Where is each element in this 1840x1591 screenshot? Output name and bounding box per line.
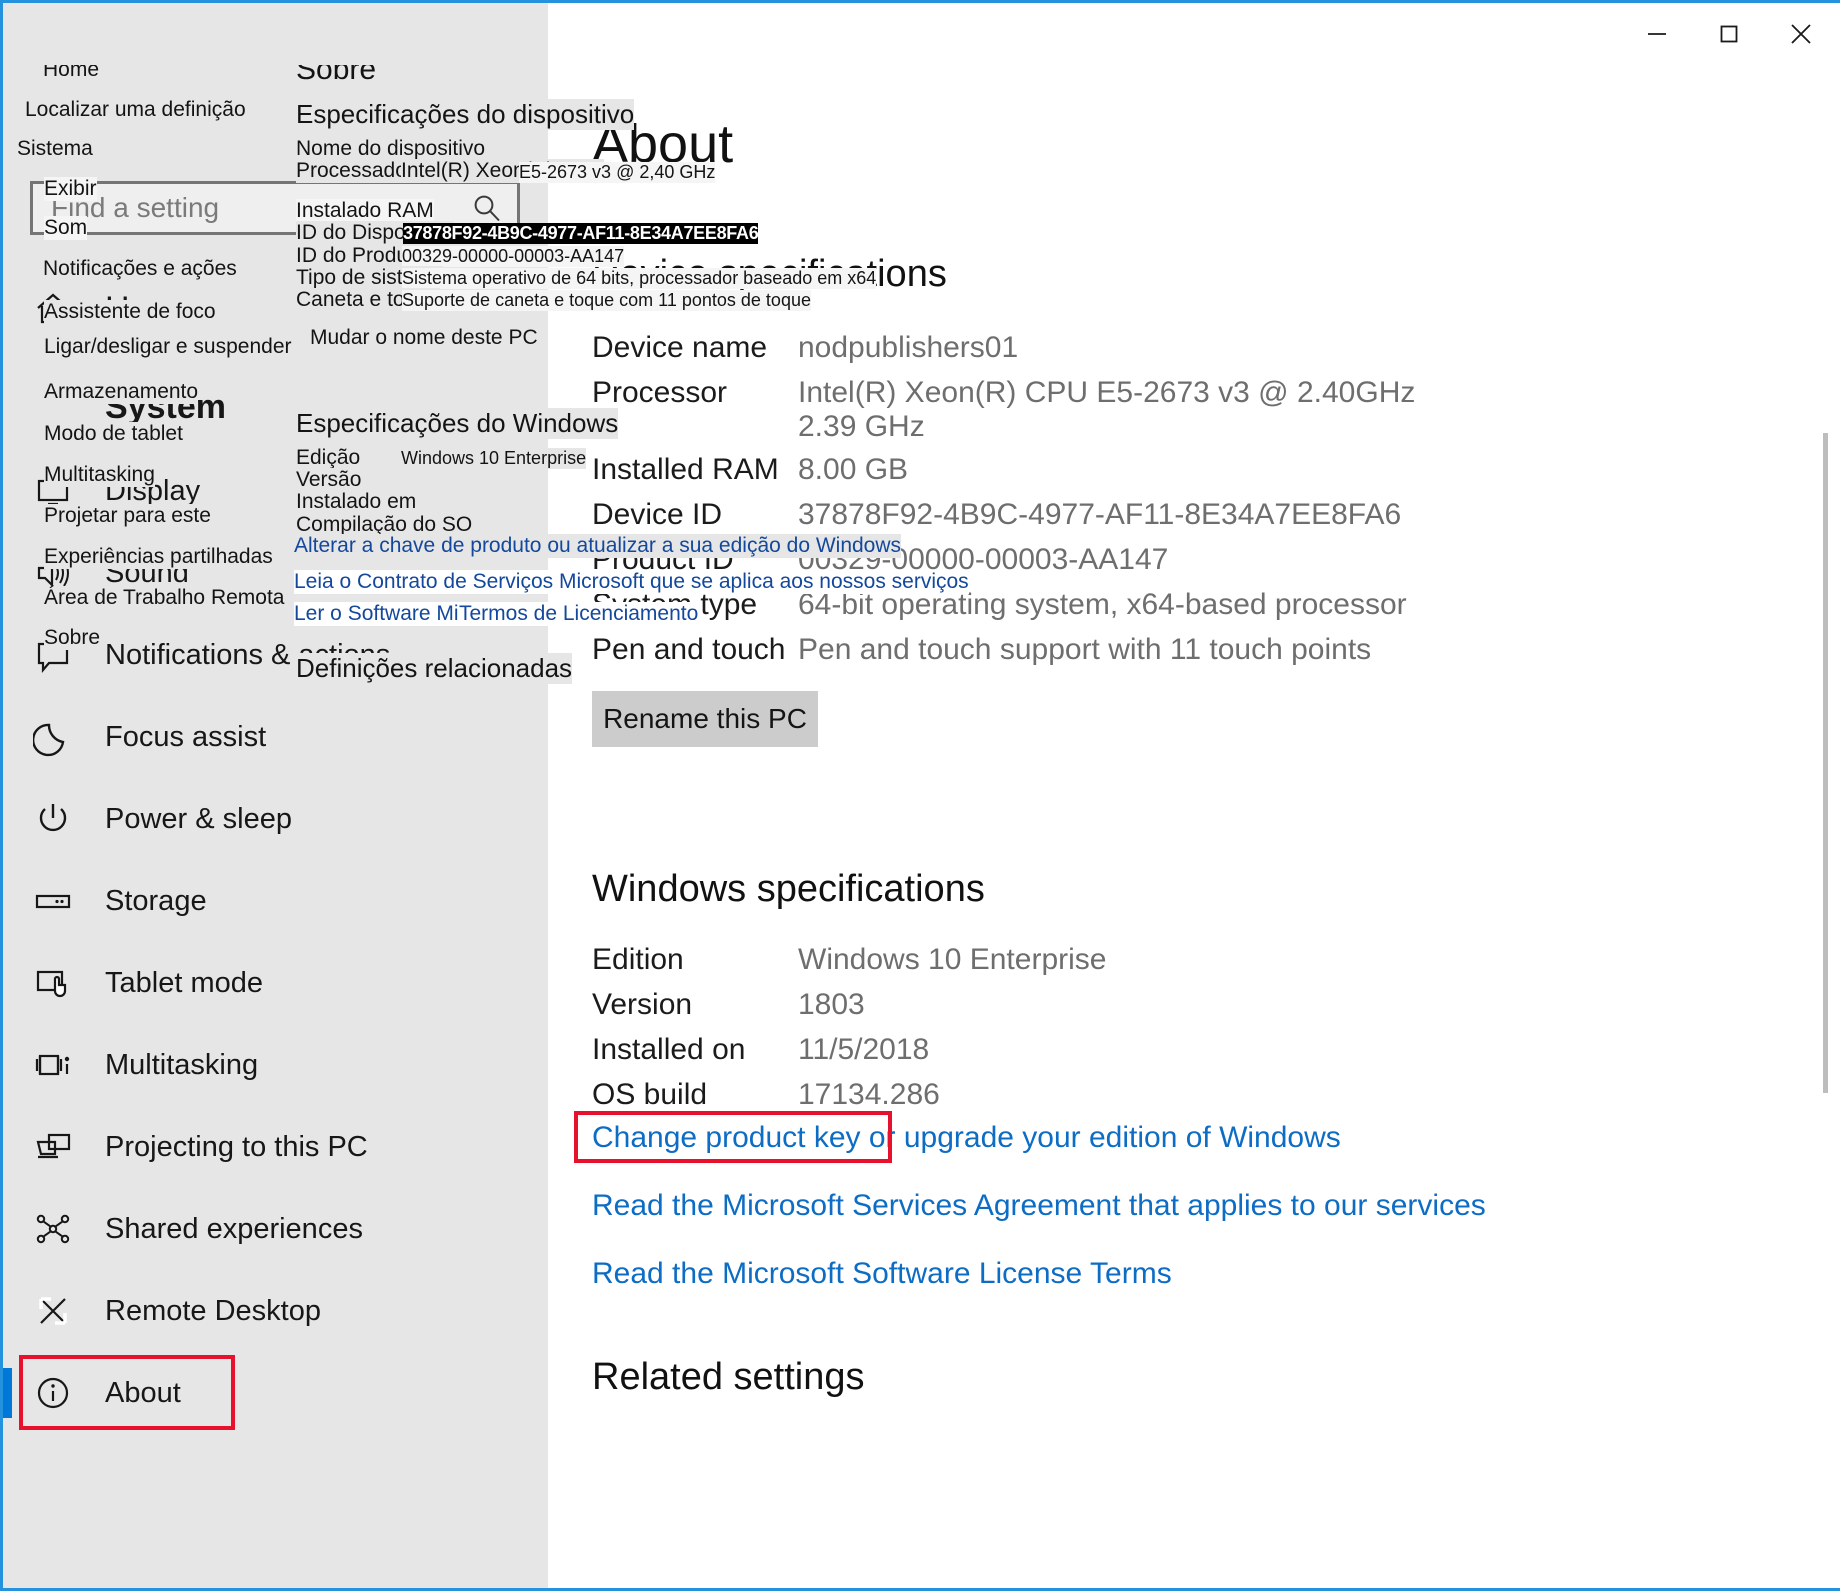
settings-window: About Device specifications Device name … (0, 0, 1840, 1591)
spec-key: Product ID (592, 543, 734, 576)
spec-value: 11/5/2018 (798, 1033, 930, 1066)
sidebar-item-label: Notifications & actions (105, 638, 391, 671)
close-button[interactable] (1765, 3, 1837, 65)
sidebar-item-label: Sound (105, 556, 189, 589)
notifications-icon (31, 633, 75, 677)
sidebar-item-label: About (105, 1376, 181, 1409)
sidebar-item-remote-desktop[interactable]: Remote Desktop (3, 1270, 548, 1352)
search-icon (469, 190, 505, 226)
sidebar-item-label: Storage (105, 884, 207, 917)
sidebar-nav-list: Home System Display Sound Notifications … (3, 253, 548, 1434)
search-placeholder: Find a setting (51, 192, 220, 223)
storage-icon (31, 879, 75, 923)
sidebar-item-focus-assist[interactable]: Focus assist (3, 696, 548, 778)
sidebar-item-label: System (105, 388, 226, 426)
spec-key: Edition (592, 943, 684, 976)
spec-value: 17134.286 (798, 1078, 940, 1111)
page-title: About (592, 114, 734, 174)
titlebar-sidebar-fill (3, 3, 548, 65)
display-icon (31, 469, 75, 513)
sound-icon (31, 551, 75, 595)
selection-indicator (3, 1368, 12, 1418)
spec-key: Version (592, 988, 693, 1021)
device-specifications-heading: Device specifications (592, 253, 947, 295)
spec-value: Intel(R) Xeon(R) CPU E5-2673 v3 @ 2.40GH… (798, 376, 1416, 443)
spec-key: Installed RAM (592, 453, 779, 486)
maximize-button[interactable] (1693, 3, 1765, 65)
spec-key: System type (592, 588, 758, 621)
window-titlebar (3, 3, 1837, 65)
windows-specifications-heading: Windows specifications (592, 868, 985, 910)
sidebar-item-projecting-to-this-pc[interactable]: Projecting to this PC (3, 1106, 548, 1188)
sidebar-item-label: Home (105, 289, 196, 328)
sidebar-item-about[interactable]: About (3, 1352, 548, 1434)
spec-key: Device ID (592, 498, 723, 531)
spec-value: 64-bit operating system, x64-based proce… (798, 588, 1407, 621)
sidebar-item-storage[interactable]: Storage (3, 860, 548, 942)
search-input[interactable]: Find a setting (30, 181, 520, 235)
rename-this-pc-button[interactable]: Rename this PC (592, 691, 818, 747)
sidebar-item-tablet-mode[interactable]: Tablet mode (3, 942, 548, 1024)
home-icon (31, 287, 75, 331)
sidebar-item-notifications-and-actions[interactable]: Notifications & actions (3, 614, 548, 696)
spec-value: 37878F92-4B9C-4977-AF11-8E34A7EE8FA6 (798, 498, 1402, 531)
sidebar-item-label: Projecting to this PC (105, 1130, 368, 1163)
info-icon (31, 1371, 75, 1415)
remote-desktop-icon (31, 1289, 75, 1333)
sidebar-item-shared-experiences[interactable]: Shared experiences (3, 1188, 548, 1270)
spec-value: 8.00 GB (798, 453, 909, 486)
sidebar-item-label: Display (105, 474, 201, 507)
moon-icon (31, 715, 75, 759)
sidebar-item-multitasking[interactable]: Multitasking (3, 1024, 548, 1106)
microsoft-services-agreement-link[interactable]: Read the Microsoft Services Agreement th… (592, 1189, 1486, 1223)
spec-key: Installed on (592, 1033, 746, 1066)
spec-key: Processor (592, 376, 728, 409)
tablet-icon (31, 961, 75, 1005)
power-icon (31, 797, 75, 841)
sidebar-item-label: Multitasking (105, 1048, 259, 1081)
shared-icon (31, 1207, 75, 1251)
spec-value: Pen and touch support with 11 touch poin… (798, 633, 1372, 666)
sidebar-item-system[interactable]: System (3, 365, 548, 450)
change-product-key-link[interactable]: Change product key or upgrade your editi… (592, 1121, 1341, 1155)
minimize-button[interactable] (1621, 3, 1693, 65)
spec-value: 1803 (798, 988, 865, 1021)
spec-value: nodpublishers01 (798, 331, 1019, 364)
system-icon (31, 386, 75, 430)
sidebar-item-power-and-sleep[interactable]: Power & sleep (3, 778, 548, 860)
multitasking-icon (31, 1043, 75, 1087)
spec-value: 00329-00000-00003-AA147 (798, 543, 1169, 576)
spec-value: Windows 10 Enterprise (798, 943, 1107, 976)
sidebar-item-sound[interactable]: Sound (3, 532, 548, 614)
sidebar-item-home[interactable]: Home (3, 253, 548, 365)
sidebar-item-label: Power & sleep (105, 802, 292, 835)
sidebar-item-label: Shared experiences (105, 1212, 363, 1245)
spec-key: Device name (592, 331, 768, 364)
settings-sidebar: Settings Find a setting Home System (3, 3, 548, 1588)
main-content-pane: About Device specifications Device name … (548, 3, 1840, 1588)
related-settings-heading: Related settings (592, 1356, 865, 1398)
sidebar-item-label: Remote Desktop (105, 1294, 321, 1327)
sidebar-item-label: Tablet mode (105, 966, 263, 999)
microsoft-software-license-terms-link[interactable]: Read the Microsoft Software License Term… (592, 1257, 1172, 1291)
spec-key: OS build (592, 1078, 708, 1111)
sidebar-item-display[interactable]: Display (3, 450, 548, 532)
projecting-icon (31, 1125, 75, 1169)
window-controls (1621, 3, 1837, 65)
spec-key: Pen and touch (592, 633, 786, 666)
sidebar-item-label: Focus assist (105, 720, 267, 753)
vertical-scrollbar[interactable] (1823, 433, 1828, 1093)
